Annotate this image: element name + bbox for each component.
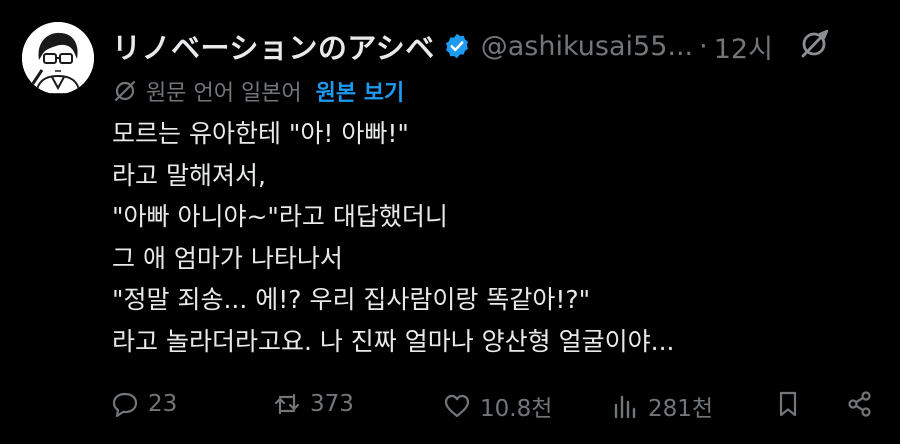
grok-slash-icon — [112, 78, 138, 104]
verified-badge-icon — [443, 32, 471, 60]
views-button[interactable]: 281천 — [610, 389, 713, 423]
header-separator: · — [699, 30, 708, 62]
tweet-text-line: 모르는 유아한테 "아! 아빠!" — [112, 119, 409, 148]
tweet-text-line: "정말 죄송... 에!? 우리 집사람이랑 똑같아!?" — [112, 285, 591, 314]
tweet-text-line: 라고 말해져서, — [112, 160, 266, 190]
grok-slash-icon[interactable] — [797, 27, 831, 61]
bookmark-button[interactable] — [773, 389, 803, 419]
translation-row: 원문 언어 일본어 원본 보기 — [112, 73, 404, 109]
reply-button[interactable]: 23 — [110, 389, 177, 419]
show-original-link[interactable]: 원본 보기 — [316, 75, 405, 107]
tweet-time[interactable]: 12시 — [714, 27, 773, 66]
like-button[interactable]: 10.8천 — [442, 389, 552, 423]
tweet-card: リノベーションのアシベ @ashikusai55... · 12시 원문 언어 … — [0, 0, 900, 444]
like-count: 10.8천 — [480, 396, 553, 422]
author-display-name[interactable]: リノベーションのアシベ — [112, 25, 435, 67]
heart-icon — [444, 394, 470, 418]
tweet-text-line: 그 애 엄마가 나타나서 — [112, 243, 343, 273]
bar-chart-icon — [614, 395, 636, 419]
tweet-text-line: 라고 놀라더라고요. 나 진짜 얼마나 양산형 얼굴이야... — [112, 326, 675, 356]
tweet-body: 모르는 유아한테 "아! 아빠!" 라고 말해져서, "아빠 아니야~"라고 대… — [112, 113, 840, 362]
reply-count: 23 — [148, 391, 178, 417]
bookmark-icon — [779, 391, 797, 417]
retweet-count: 373 — [310, 391, 354, 417]
tweet-action-bar: 23 373 10.8천 281천 — [0, 385, 900, 429]
avatar[interactable] — [22, 22, 94, 94]
retweet-icon — [274, 393, 300, 415]
retweet-button[interactable]: 373 — [272, 389, 354, 419]
author-handle[interactable]: @ashikusai55... — [481, 31, 693, 62]
tweet-text-line: "아빠 아니야~"라고 대답했더니 — [112, 202, 448, 231]
reply-bubble-icon — [112, 392, 138, 418]
share-icon — [848, 391, 871, 417]
view-count: 281천 — [648, 396, 714, 422]
translation-note: 원문 언어 일본어 — [146, 81, 302, 106]
share-button[interactable] — [845, 389, 875, 419]
tweet-header: リノベーションのアシベ @ashikusai55... · 12시 — [112, 26, 860, 66]
